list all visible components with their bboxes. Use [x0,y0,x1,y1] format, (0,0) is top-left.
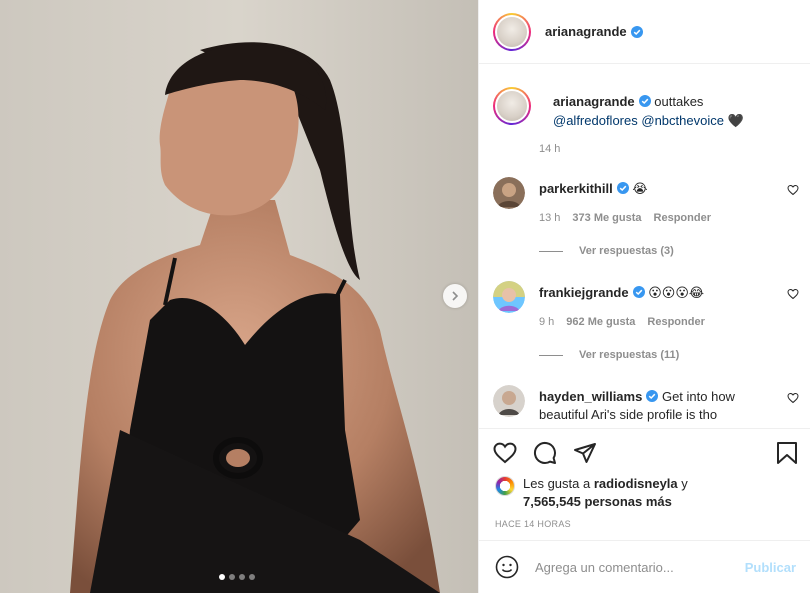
comment-timestamp: 13 h [539,212,561,224]
liker-avatar[interactable] [495,476,515,496]
likes-summary: Les gusta a radiodisneyla y 7,565,545 pe… [495,475,688,511]
caption-avatar[interactable] [493,87,531,125]
reply-button[interactable]: Responder [647,316,704,328]
commenter-username[interactable]: hayden_williams [539,389,642,404]
commenter-username[interactable]: parkerkithill [539,181,613,196]
publish-button[interactable]: Publicar [745,560,796,575]
comment-input[interactable] [535,559,735,575]
caption-emoji: 🖤 [727,113,744,128]
smiley-icon[interactable] [495,555,519,579]
comment-text: parkerkithill 😭 [539,180,753,198]
comment-like-icon[interactable] [787,184,799,196]
caption-timestamp: 14 h [539,143,561,155]
comment-item: parkerkithill 😭 13 h 373 Me gusta Respon… [493,177,799,267]
carousel-indicator [219,574,255,580]
bookmark-icon[interactable] [776,441,798,465]
comment-body: 😭 [632,181,648,196]
comment-body: 😮😮😮😂 [648,285,705,300]
post-header: arianagrande [479,0,810,64]
carousel-dot [219,574,225,580]
comment-item: hayden_williams Get into how beautiful A… [493,385,799,427]
verified-badge-icon [646,390,659,402]
reply-button[interactable]: Responder [654,212,711,224]
verified-badge-icon [616,182,629,194]
likes-prefix: Les gusta a [523,476,591,491]
post-actions: Les gusta a radiodisneyla y 7,565,545 pe… [479,428,810,540]
post-photo [0,0,478,593]
comment-text: frankiejgrande 😮😮😮😂 [539,284,753,302]
comment-meta: 9 h 962 Me gusta Responder [539,316,705,328]
view-replies-label: Ver respuestas (11) [579,349,680,361]
post-dialog: arianagrande arianagrande outtakes @alfr… [0,0,810,593]
comment-likes[interactable]: 373 Me gusta [572,212,641,224]
comment-item: frankiejgrande 😮😮😮😂 9 h 962 Me gusta Res… [493,281,799,371]
comment-likes[interactable]: 962 Me gusta [566,316,635,328]
post-media[interactable] [0,0,478,593]
view-replies-button[interactable]: Ver respuestas (11) [539,349,679,361]
comment-text: hayden_williams Get into how beautiful A… [539,388,753,424]
mention-link[interactable]: @nbcthevoice [641,113,724,128]
chevron-right-icon [452,291,459,301]
carousel-next-button[interactable] [443,284,467,308]
carousel-dot [229,574,235,580]
comment-meta: 13 h 373 Me gusta Responder [539,212,711,224]
commenter-avatar[interactable] [493,385,525,417]
carousel-dot [249,574,255,580]
carousel-dot [239,574,245,580]
author-avatar[interactable] [493,12,531,51]
liker-username[interactable]: radiodisneyla [594,476,678,491]
view-replies-button[interactable]: Ver respuestas (3) [539,245,674,257]
verified-badge-icon [638,95,651,107]
comment-composer: Publicar [479,540,810,593]
comments-list[interactable]: arianagrande outtakes @alfredoflores @nb… [479,65,810,427]
paper-plane-icon[interactable] [573,441,597,465]
heart-icon[interactable] [493,441,517,465]
commenter-avatar[interactable] [493,281,525,313]
comment-like-icon[interactable] [787,392,799,404]
comment-icon[interactable] [533,441,557,465]
post-sidebar: arianagrande arianagrande outtakes @alfr… [478,0,810,593]
view-replies-label: Ver respuestas (3) [579,245,674,257]
likes-count[interactable]: 7,565,545 personas más [523,494,672,509]
commenter-avatar[interactable] [493,177,525,209]
verified-badge-icon [630,25,643,38]
author-username[interactable]: arianagrande [545,24,627,39]
likes-conjunction: y [681,476,688,491]
caption-username[interactable]: arianagrande [553,94,635,109]
comment-like-icon[interactable] [787,288,799,300]
likes-text: Les gusta a radiodisneyla y 7,565,545 pe… [523,475,688,511]
mention-link[interactable]: @alfredoflores [553,113,638,128]
verified-badge-icon [632,286,645,298]
post-age[interactable]: HACE 14 HORAS [495,519,571,529]
caption-body: outtakes [654,94,704,109]
comment-timestamp: 9 h [539,316,555,328]
commenter-username[interactable]: frankiejgrande [539,285,629,300]
caption-text: arianagrande outtakes @alfredoflores @nb… [553,92,793,130]
